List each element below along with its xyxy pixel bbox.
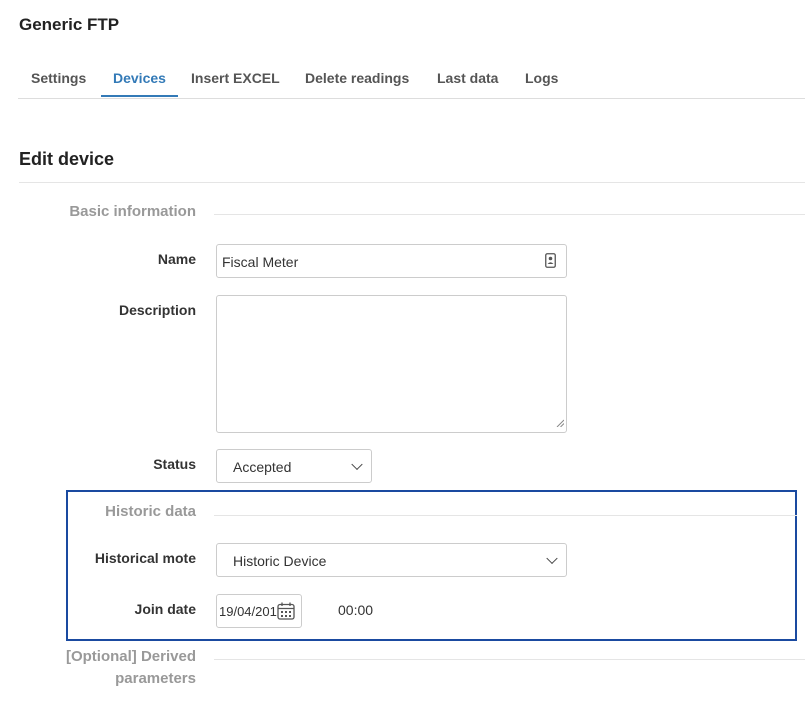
basic-info-divider xyxy=(214,214,805,215)
tab-devices[interactable]: Devices xyxy=(101,62,178,97)
resize-handle-icon[interactable] xyxy=(556,414,565,430)
status-value: Accepted xyxy=(233,459,292,475)
derived-legend-line2: parameters xyxy=(115,670,196,687)
chevron-down-icon xyxy=(546,552,558,565)
description-field[interactable] xyxy=(216,295,567,433)
tab-insert-excel[interactable]: Insert EXCEL xyxy=(191,62,280,98)
description-label: Description xyxy=(118,302,196,318)
join-time-value[interactable]: 00:00 xyxy=(338,602,373,618)
join-date-value: 19/04/2018 xyxy=(219,604,285,619)
join-date-input[interactable]: 19/04/2018 xyxy=(216,594,302,628)
basic-info-legend: Basic information xyxy=(69,203,196,220)
tab-last-data[interactable]: Last data xyxy=(437,62,498,98)
contact-card-icon[interactable] xyxy=(545,253,556,271)
tab-bar: Settings Devices Insert EXCEL Delete rea… xyxy=(18,62,805,99)
derived-divider xyxy=(214,659,805,660)
historical-mote-value: Historic Device xyxy=(233,553,327,569)
historical-mote-select[interactable]: Historic Device xyxy=(216,543,567,577)
name-label: Name xyxy=(157,251,196,267)
status-select[interactable]: Accepted xyxy=(216,449,372,483)
tab-settings[interactable]: Settings xyxy=(31,62,86,98)
title-divider xyxy=(19,182,805,183)
app-title: Generic FTP xyxy=(19,15,120,34)
tab-logs[interactable]: Logs xyxy=(525,62,558,98)
derived-legend-line1: [Optional] Derived xyxy=(65,648,196,665)
name-field[interactable]: Fiscal Meter xyxy=(216,244,567,278)
join-date-label: Join date xyxy=(134,601,196,617)
historic-divider xyxy=(214,515,797,516)
chevron-down-icon xyxy=(351,458,363,471)
page-title: Edit device xyxy=(19,149,115,169)
historic-legend: Historic data xyxy=(105,503,196,520)
name-value: Fiscal Meter xyxy=(222,254,299,270)
calendar-icon[interactable] xyxy=(277,602,295,623)
historical-mote-label: Historical mote xyxy=(94,550,196,566)
tab-delete-readings[interactable]: Delete readings xyxy=(305,62,409,98)
status-label: Status xyxy=(153,456,196,472)
